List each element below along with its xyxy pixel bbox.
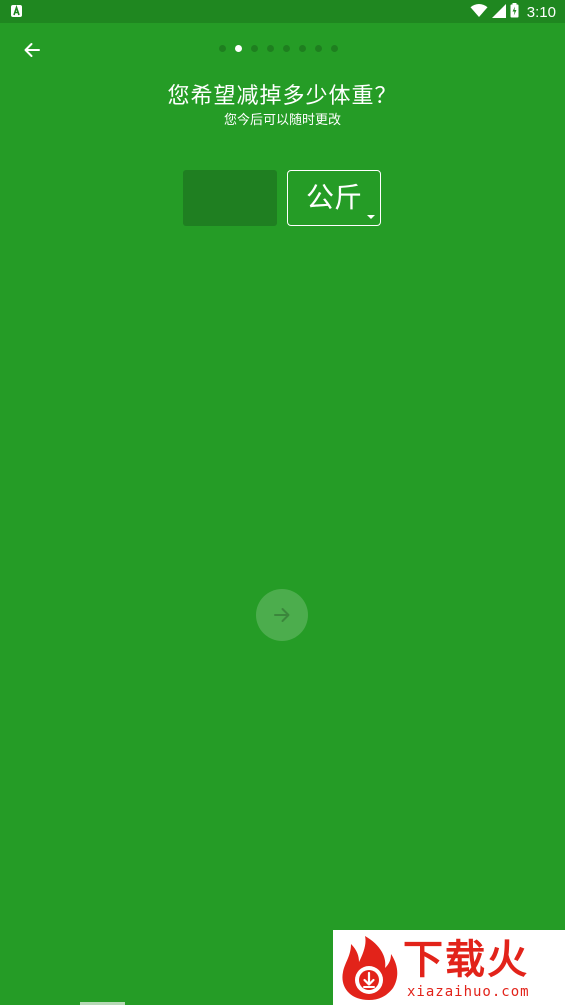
watermark-url: xiazaihuo.com	[407, 984, 530, 1000]
cell-signal-icon	[491, 3, 506, 22]
back-button[interactable]	[18, 36, 46, 64]
page-dot	[299, 45, 306, 52]
screen: 3:10 您希望减掉多少体重？ 您今后可以随时更改 公斤 下载火 xiazaih…	[0, 0, 565, 1005]
watermark-brand: 下载火	[403, 937, 529, 983]
page-dot	[267, 45, 274, 52]
status-bar: 3:10	[0, 0, 565, 23]
dropdown-caret-icon	[367, 215, 375, 219]
status-icons: 3:10	[470, 2, 556, 22]
page-dot	[283, 45, 290, 52]
page-title: 您希望减掉多少体重？	[167, 84, 398, 109]
page-subtitle: 您今后可以随时更改	[223, 113, 341, 128]
next-button[interactable]	[256, 589, 308, 641]
arrow-right-icon	[274, 608, 290, 622]
status-time: 3:10	[526, 3, 556, 21]
unit-dropdown[interactable]: 公斤	[287, 170, 381, 226]
battery-charging-icon	[510, 2, 519, 22]
page-dot	[331, 45, 338, 52]
watermark: 下载火 xiazaihuo.com	[333, 930, 565, 1005]
notification-a-icon	[11, 5, 22, 17]
weight-input[interactable]	[183, 170, 277, 226]
page-dot	[219, 45, 226, 52]
unit-label: 公斤	[305, 181, 362, 214]
page-dot-active	[235, 45, 242, 52]
page-dot	[251, 45, 258, 52]
flame-logo-icon	[337, 934, 401, 1005]
page-dot	[315, 45, 322, 52]
wifi-icon	[470, 3, 488, 22]
arrow-left-icon	[24, 43, 40, 57]
page-indicator	[219, 45, 338, 52]
